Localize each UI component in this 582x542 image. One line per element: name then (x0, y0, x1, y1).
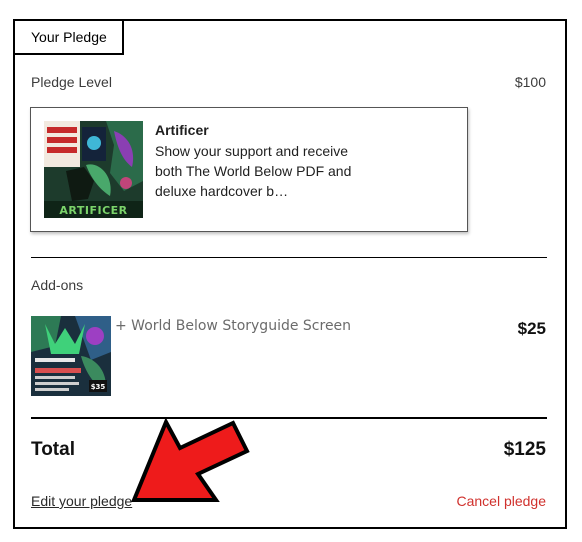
reward-title: Artificer (155, 122, 209, 138)
addon-thumbnail-price-tag: $35 (91, 383, 106, 391)
edit-pledge-link[interactable]: Edit your pledge (31, 493, 132, 509)
divider (31, 257, 547, 258)
addon-thumbnail: $35 (31, 316, 111, 396)
pledge-panel (13, 19, 567, 529)
cancel-pledge-link[interactable]: Cancel pledge (456, 493, 546, 509)
tab-your-pledge[interactable]: Your Pledge (13, 19, 124, 55)
pledge-level-label: Pledge Level (31, 74, 112, 90)
reward-description: Show your support and receive both The W… (155, 143, 352, 199)
addon-item-name: + World Below Storyguide Screen (115, 318, 352, 334)
reward-thumbnail: ARTIFICER (44, 121, 143, 218)
addon-item-price: $25 (517, 319, 546, 338)
divider (31, 417, 547, 419)
total-label: Total (31, 439, 75, 460)
reward-thumbnail-text: ARTIFICER (59, 204, 127, 217)
total-amount: $125 (503, 439, 546, 460)
red-arrow-icon (131, 417, 250, 502)
pledge-level-amount: $100 (514, 74, 546, 90)
addons-label: Add-ons (31, 277, 84, 293)
